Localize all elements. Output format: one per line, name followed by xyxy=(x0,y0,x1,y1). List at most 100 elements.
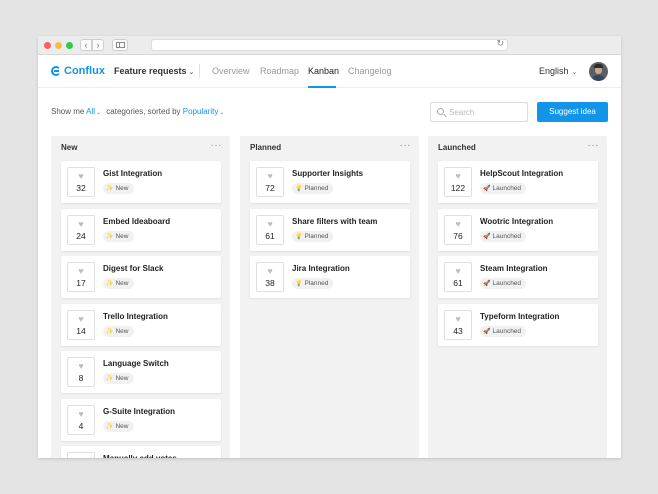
feature-card[interactable]: ♥ 17 Digest for Slack ✨ New xyxy=(61,256,221,298)
heart-icon: ♥ xyxy=(455,313,461,324)
more-options-icon[interactable]: ··· xyxy=(211,140,223,151)
vote-button[interactable]: ♥ 8 xyxy=(67,357,95,387)
status-icon: 💡 xyxy=(295,186,303,192)
heart-icon: ♥ xyxy=(267,171,273,181)
suggest-idea-button[interactable]: Suggest idea xyxy=(537,102,608,122)
vote-button[interactable]: ♥ 72 xyxy=(256,167,284,197)
chevron-down-icon[interactable]: ⌄ xyxy=(96,110,101,116)
status-label: Launched xyxy=(492,185,522,192)
chevron-down-icon: ⌄ xyxy=(571,69,578,76)
column-title: New xyxy=(61,143,78,152)
feature-card[interactable]: ♥ 4 G-Suite Integration ✨ New xyxy=(61,398,221,441)
category-filter-dropdown[interactable]: All xyxy=(86,107,95,116)
status-icon: 💡 xyxy=(295,281,303,287)
card-list: ♥ 122 HelpScout Integration 🚀 Launched ♥ 76 Woo… xyxy=(438,161,598,351)
sort-dropdown[interactable]: Popularity xyxy=(183,107,219,116)
vote-count: 61 xyxy=(453,278,463,288)
logo[interactable]: Conflux xyxy=(51,65,105,77)
feature-card[interactable]: ♥ 8 Language Switch ✨ New xyxy=(61,351,221,393)
vote-button[interactable]: ♥ 4 xyxy=(67,404,95,435)
tab-roadmap[interactable]: Roadmap xyxy=(260,66,299,76)
sidebar-toggle-button[interactable] xyxy=(112,39,128,51)
status-label: New xyxy=(115,185,129,192)
heart-icon: ♥ xyxy=(68,456,94,458)
vote-button[interactable]: ♥ 122 xyxy=(444,167,472,197)
status-label: Planned xyxy=(304,185,329,192)
card-title: Language Switch xyxy=(103,359,169,368)
card-title: Trello Integration xyxy=(103,311,168,321)
language-selector[interactable]: English ⌄ xyxy=(539,66,577,76)
column-title: Launched xyxy=(438,143,476,152)
more-options-icon[interactable]: ··· xyxy=(588,140,600,151)
vote-count: 43 xyxy=(453,325,463,336)
status-label: New xyxy=(115,327,129,335)
reload-icon[interactable]: ↻ xyxy=(496,38,504,49)
close-window-button[interactable] xyxy=(44,42,51,49)
status-icon: ✨ xyxy=(106,376,114,382)
feature-card[interactable]: ♥ 38 Jira Integration 💡 Planned xyxy=(250,256,410,298)
browser-chrome: ‹ › ↻ xyxy=(38,36,621,55)
back-button[interactable]: ‹ xyxy=(80,39,92,51)
feature-card[interactable]: ♥ 32 Gist Integration ✨ New xyxy=(61,161,221,203)
tab-overview[interactable]: Overview xyxy=(212,66,250,76)
status-icon: 🚀 xyxy=(483,233,491,240)
vote-button[interactable]: ♥ 61 xyxy=(444,262,472,292)
status-icon: ✨ xyxy=(106,186,114,192)
kanban-column-planned: Planned ··· ♥ 72 Supporter Insights 💡 Planne… xyxy=(240,136,419,458)
status-label: Planned xyxy=(304,232,329,240)
search-box[interactable] xyxy=(430,102,528,122)
status-icon: 💡 xyxy=(295,233,303,240)
avatar[interactable] xyxy=(589,62,608,81)
vote-button[interactable]: ♥ 17 xyxy=(67,262,95,292)
card-title: Manually add votes xyxy=(103,454,177,458)
tab-kanban[interactable]: Kanban xyxy=(308,66,339,76)
status-icon: 🚀 xyxy=(483,328,491,335)
search-input[interactable] xyxy=(449,106,525,118)
vote-button[interactable]: ♥ xyxy=(67,452,95,458)
feature-card[interactable]: ♥ 61 Share filters with team 💡 Planned xyxy=(250,208,410,251)
status-label: New xyxy=(115,232,129,240)
vote-button[interactable]: ♥ 24 xyxy=(67,214,95,245)
product-selector[interactable]: Feature requests ⌄ xyxy=(114,66,194,76)
status-label: Planned xyxy=(304,280,329,287)
vote-count: 4 xyxy=(78,420,84,431)
chevron-down-icon[interactable]: ⌄ xyxy=(219,110,224,116)
status-label: Launched xyxy=(492,280,522,287)
filter-prefix: Show me xyxy=(51,107,85,116)
vote-button[interactable]: ♥ 43 xyxy=(444,309,472,340)
vote-count: 17 xyxy=(76,278,86,288)
vote-count: 24 xyxy=(76,230,86,241)
heart-icon: ♥ xyxy=(78,361,84,371)
vote-count: 72 xyxy=(265,183,275,193)
feature-card[interactable]: ♥ 24 Embed Ideaboard ✨ New xyxy=(61,208,221,251)
vote-button[interactable]: ♥ 32 xyxy=(67,167,95,197)
feature-card[interactable]: ♥ 43 Typeform Integration 🚀 Launched xyxy=(438,303,598,346)
heart-icon: ♥ xyxy=(455,218,461,229)
vote-count: 8 xyxy=(78,373,84,383)
heart-icon: ♥ xyxy=(455,266,461,276)
more-options-icon[interactable]: ··· xyxy=(400,140,412,151)
vote-button[interactable]: ♥ 38 xyxy=(256,262,284,292)
status-badge: 🚀 Launched xyxy=(480,325,527,337)
vote-button[interactable]: ♥ 61 xyxy=(256,214,284,245)
address-bar[interactable]: ↻ xyxy=(151,38,508,51)
feature-card[interactable]: ♥ 72 Supporter Insights 💡 Planned xyxy=(250,161,410,203)
heart-icon: ♥ xyxy=(78,171,84,181)
status-badge: ✨ New xyxy=(103,325,134,337)
feature-card[interactable]: ♥ Manually add votes xyxy=(61,446,221,458)
feature-card[interactable]: ♥ 76 Wootric Integration 🚀 Launched xyxy=(438,208,598,251)
minimize-window-button[interactable] xyxy=(55,42,62,49)
feature-card[interactable]: ♥ 122 HelpScout Integration 🚀 Launched xyxy=(438,161,598,203)
heart-icon: ♥ xyxy=(267,266,273,276)
vote-button[interactable]: ♥ 76 xyxy=(444,214,472,245)
status-icon: 🚀 xyxy=(483,186,491,192)
vote-button[interactable]: ♥ 14 xyxy=(67,309,95,340)
tab-changelog[interactable]: Changelog xyxy=(348,66,392,76)
status-badge: 💡 Planned xyxy=(292,278,334,289)
feature-card[interactable]: ♥ 14 Trello Integration ✨ New xyxy=(61,303,221,346)
forward-button[interactable]: › xyxy=(92,39,104,51)
status-icon: ✨ xyxy=(106,423,114,430)
feature-card[interactable]: ♥ 61 Steam Integration 🚀 Launched xyxy=(438,256,598,298)
maximize-window-button[interactable] xyxy=(66,42,73,49)
card-title: Share filters with team xyxy=(292,216,378,226)
